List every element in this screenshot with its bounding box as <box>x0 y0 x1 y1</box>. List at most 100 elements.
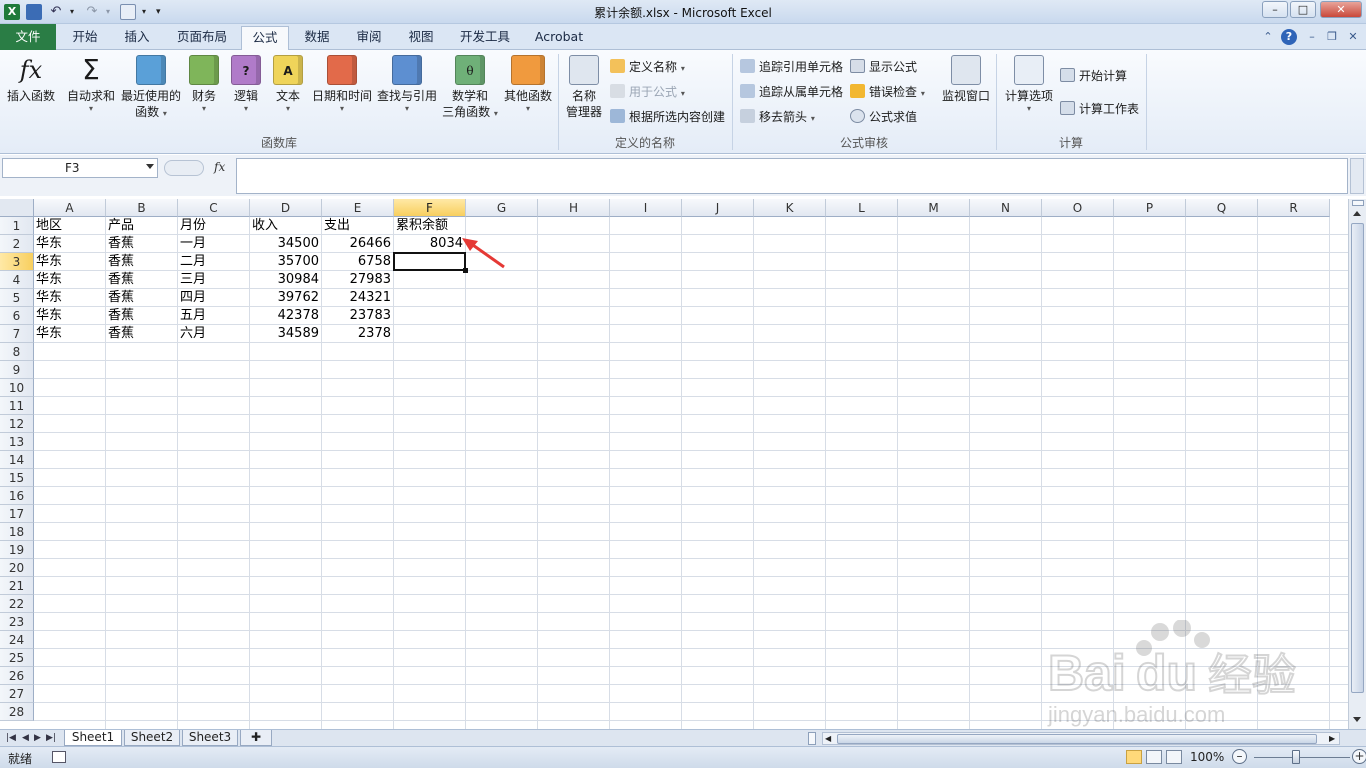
cell-e2[interactable]: 26466 <box>322 235 393 253</box>
minimize-button[interactable]: – <box>1262 1 1288 18</box>
trace-precedents-button[interactable]: 追踪引用单元格 <box>740 57 843 77</box>
row-header-24[interactable]: 24 <box>0 631 34 649</box>
collapse-ribbon-icon[interactable]: ⌃ <box>1260 29 1276 45</box>
trace-dependents-button[interactable]: 追踪从属单元格 <box>740 82 843 102</box>
cell-e1[interactable]: 支出 <box>322 217 393 235</box>
active-cell-border[interactable] <box>393 252 466 271</box>
zoom-in-button[interactable]: + <box>1352 749 1366 764</box>
cell-a4[interactable]: 华东 <box>34 271 105 289</box>
cell-a3[interactable]: 华东 <box>34 253 105 271</box>
row-header-3[interactable]: 3 <box>0 253 34 271</box>
row-header-7[interactable]: 7 <box>0 325 34 343</box>
tab-view[interactable]: 视图 <box>398 26 444 50</box>
cell-b5[interactable]: 香蕉 <box>106 289 177 307</box>
row-header-5[interactable]: 5 <box>0 289 34 307</box>
cell-c7[interactable]: 六月 <box>178 325 249 343</box>
column-header-c[interactable]: C <box>178 199 250 217</box>
error-checking-button[interactable]: 错误检查 ▾ <box>850 82 925 102</box>
window-restore-icon[interactable]: ❐ <box>1324 29 1340 45</box>
column-header-m[interactable]: M <box>898 199 970 217</box>
sheet-tab-sheet1[interactable]: Sheet1 <box>64 730 122 746</box>
cell-e4[interactable]: 27983 <box>322 271 393 289</box>
cell-d3[interactable]: 35700 <box>250 253 321 271</box>
column-header-j[interactable]: J <box>682 199 754 217</box>
tab-developer[interactable]: 开发工具 <box>450 26 520 50</box>
macro-record-icon[interactable] <box>52 751 66 763</box>
row-header-10[interactable]: 10 <box>0 379 34 397</box>
cell-c5[interactable]: 四月 <box>178 289 249 307</box>
window-minimize-icon[interactable]: – <box>1304 29 1320 45</box>
row-header-8[interactable]: 8 <box>0 343 34 361</box>
cell-e5[interactable]: 24321 <box>322 289 393 307</box>
row-header-11[interactable]: 11 <box>0 397 34 415</box>
use-in-formula-button[interactable]: 用于公式 ▾ <box>610 82 685 102</box>
column-header-b[interactable]: B <box>106 199 178 217</box>
prev-sheet-icon[interactable]: ◀ <box>22 733 29 743</box>
scroll-up-icon[interactable] <box>1353 211 1361 216</box>
spreadsheet-grid[interactable]: ABCDEFGHIJKLMNOPQR 1 2 3 4 5 6 7 8 9 10 11 12 13 14 15… <box>0 199 1348 729</box>
insert-function-icon[interactable]: fx <box>214 160 225 174</box>
row-header-25[interactable]: 25 <box>0 649 34 667</box>
row-header-15[interactable]: 15 <box>0 469 34 487</box>
cell-a7[interactable]: 华东 <box>34 325 105 343</box>
help-icon[interactable]: ? <box>1281 29 1297 45</box>
recently-used-button[interactable]: 最近使用的 函数 ▾ <box>120 55 182 120</box>
formula-bar-scrollbar[interactable] <box>1350 158 1364 194</box>
cell-c2[interactable]: 一月 <box>178 235 249 253</box>
cell-d2[interactable]: 34500 <box>250 235 321 253</box>
tab-acrobat[interactable]: Acrobat <box>528 26 590 50</box>
column-header-n[interactable]: N <box>970 199 1042 217</box>
next-sheet-icon[interactable]: ▶ <box>34 733 41 743</box>
cell-d6[interactable]: 42378 <box>250 307 321 325</box>
page-layout-view-button[interactable] <box>1146 750 1162 764</box>
column-header-e[interactable]: E <box>322 199 394 217</box>
cell-c6[interactable]: 五月 <box>178 307 249 325</box>
calculation-options-button[interactable]: 计算选项 ▾ <box>1002 55 1056 114</box>
sheet-tab-sheet3[interactable]: Sheet3 <box>182 730 238 746</box>
column-header-i[interactable]: I <box>610 199 682 217</box>
vertical-scroll-thumb[interactable] <box>1351 223 1364 693</box>
tab-page-layout[interactable]: 页面布局 <box>166 26 238 50</box>
cell-c4[interactable]: 三月 <box>178 271 249 289</box>
cell-b1[interactable]: 产品 <box>106 217 177 235</box>
evaluate-formula-button[interactable]: 公式求值 <box>850 107 917 127</box>
more-functions-button[interactable]: 其他函数 ▾ <box>502 55 554 114</box>
page-break-view-button[interactable] <box>1166 750 1182 764</box>
cell-b7[interactable]: 香蕉 <box>106 325 177 343</box>
remove-arrows-button[interactable]: 移去箭头 ▾ <box>740 107 815 127</box>
row-header-13[interactable]: 13 <box>0 433 34 451</box>
row-header-21[interactable]: 21 <box>0 577 34 595</box>
sheet-tab-sheet2[interactable]: Sheet2 <box>124 730 180 746</box>
name-manager-button[interactable]: 名称 管理器 <box>564 55 604 120</box>
row-header-16[interactable]: 16 <box>0 487 34 505</box>
row-header-6[interactable]: 6 <box>0 307 34 325</box>
column-header-a[interactable]: A <box>34 199 106 217</box>
cell-b3[interactable]: 香蕉 <box>106 253 177 271</box>
row-header-18[interactable]: 18 <box>0 523 34 541</box>
row-header-27[interactable]: 27 <box>0 685 34 703</box>
column-header-g[interactable]: G <box>466 199 538 217</box>
row-header-14[interactable]: 14 <box>0 451 34 469</box>
horizontal-scroll-thumb[interactable] <box>837 734 1317 744</box>
define-name-button[interactable]: 定义名称 ▾ <box>610 57 685 77</box>
maximize-button[interactable]: □ <box>1290 1 1316 18</box>
column-header-o[interactable]: O <box>1042 199 1114 217</box>
calculate-now-button[interactable]: 开始计算 <box>1060 66 1127 86</box>
lookup-button[interactable]: 查找与引用 ▾ <box>376 55 438 114</box>
zoom-slider-track[interactable] <box>1254 757 1350 758</box>
row-header-26[interactable]: 26 <box>0 667 34 685</box>
show-formulas-button[interactable]: 显示公式 <box>850 57 917 77</box>
horizontal-scrollbar[interactable]: ◀ ▶ <box>822 732 1340 745</box>
row-header-1[interactable]: 1 <box>0 217 34 235</box>
scroll-right-icon[interactable]: ▶ <box>1329 734 1335 743</box>
row-header-19[interactable]: 19 <box>0 541 34 559</box>
cell-e7[interactable]: 2378 <box>322 325 393 343</box>
insert-sheet-icon[interactable]: ✚ <box>240 730 272 746</box>
column-header-d[interactable]: D <box>250 199 322 217</box>
normal-view-button[interactable] <box>1126 750 1142 764</box>
name-box[interactable]: F3 <box>2 158 158 178</box>
cell-c1[interactable]: 月份 <box>178 217 249 235</box>
column-header-h[interactable]: H <box>538 199 610 217</box>
cell-b2[interactable]: 香蕉 <box>106 235 177 253</box>
tab-home[interactable]: 开始 <box>60 26 110 50</box>
